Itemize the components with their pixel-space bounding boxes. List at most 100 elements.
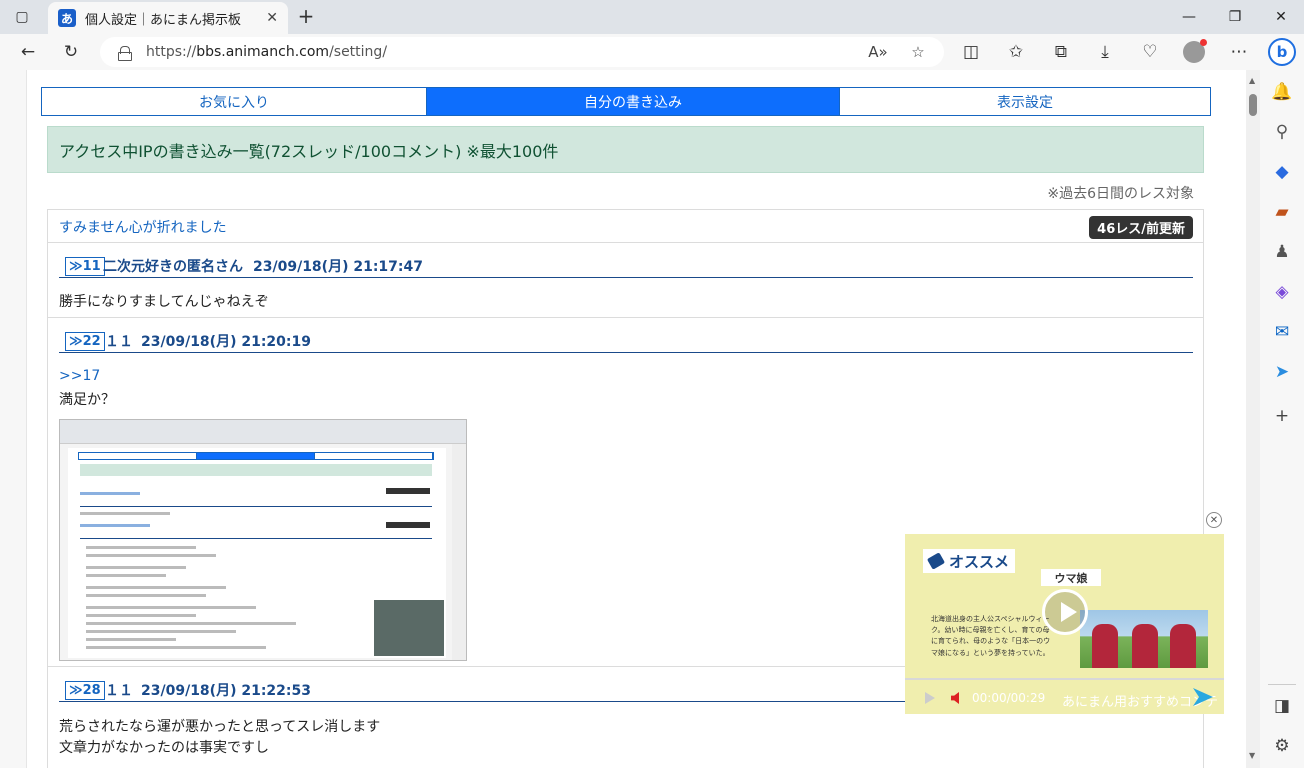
- res-number-link[interactable]: ≫11: [65, 257, 105, 276]
- browser-tab[interactable]: あ 個人設定｜あにまん掲示板 ✕: [48, 2, 288, 34]
- tab-favorites[interactable]: お気に入り: [42, 88, 427, 115]
- ad-image: [1080, 610, 1208, 668]
- favorites-icon[interactable]: ✩: [1002, 38, 1030, 66]
- thread-title-link[interactable]: すみません心が折れました: [59, 217, 227, 237]
- ad-figure: [1092, 624, 1118, 668]
- restore-icon[interactable]: ❐: [1212, 0, 1258, 34]
- vertical-scrollbar[interactable]: ▲ ▼: [1246, 70, 1260, 768]
- thumb-text-line: [86, 614, 196, 617]
- thumb-text-line: [86, 546, 196, 549]
- games-icon[interactable]: ♟: [1270, 240, 1294, 264]
- url-text: https://bbs.animanch.com/setting/: [146, 44, 388, 60]
- ad-controls: 00:00/00:29 あにまん用おすすめコンテ: [905, 678, 1224, 714]
- edge-sidebar: 🔔 ⚲ ◆ ▰ ♟ ◈ ✉ ➤ + ◨ ⚙: [1260, 70, 1304, 768]
- microsoft365-icon[interactable]: ◈: [1270, 280, 1294, 304]
- favorite-star-icon[interactable]: ☆: [906, 40, 930, 64]
- post-header: ≫11 二次元好きの匿名さん 23/09/18(月) 21:17:47: [59, 244, 1193, 278]
- outlook-icon[interactable]: ✉: [1270, 320, 1294, 344]
- scroll-thumb[interactable]: [1249, 94, 1257, 116]
- sidebar-divider: [1268, 684, 1296, 685]
- reply-anchor-link[interactable]: >>17: [59, 368, 100, 384]
- tab-title: 個人設定｜あにまん掲示板: [85, 12, 242, 28]
- thumb-text-line: [86, 630, 236, 633]
- scroll-up-icon[interactable]: ▲: [1249, 76, 1255, 85]
- post-date: 23/09/18(月) 21:17:47: [253, 259, 423, 275]
- back-icon[interactable]: ←: [14, 38, 42, 66]
- play-icon[interactable]: [925, 692, 935, 704]
- res-number-link[interactable]: ≫22: [65, 332, 105, 351]
- volume-icon[interactable]: [951, 692, 959, 704]
- post-author: １１: [105, 683, 133, 699]
- summary-alert: アクセス中IPの書き込み一覧(72スレッド/100コメント) ※最大100件: [47, 126, 1204, 173]
- downloads-icon[interactable]: ⤓: [1091, 38, 1119, 66]
- thumb-text-line: [86, 594, 206, 597]
- thumb-rule: [80, 506, 432, 507]
- window-close-icon[interactable]: ✕: [1258, 0, 1304, 34]
- res-number-link[interactable]: ≫28: [65, 681, 105, 700]
- site-favicon-icon: あ: [58, 9, 76, 27]
- read-aloud-icon[interactable]: A»: [866, 40, 890, 64]
- attached-screenshot-image[interactable]: [59, 419, 467, 661]
- thumb-badge: [386, 488, 430, 494]
- collections-icon[interactable]: ⧉: [1047, 38, 1075, 66]
- ad-close-icon[interactable]: ✕: [1206, 512, 1222, 528]
- split-screen-icon[interactable]: ◫: [957, 38, 985, 66]
- thumb-text-line: [86, 554, 216, 557]
- scroll-down-icon[interactable]: ▼: [1249, 751, 1255, 760]
- hide-sidebar-icon[interactable]: ◨: [1270, 694, 1294, 718]
- search-icon[interactable]: ⚲: [1270, 120, 1294, 144]
- tab-close-icon[interactable]: ✕: [266, 10, 278, 26]
- drop-send-icon[interactable]: ➤: [1270, 360, 1294, 384]
- ad-caption[interactable]: あにまん用おすすめコンテ: [1062, 691, 1218, 710]
- thumb-text-line: [80, 524, 150, 527]
- post-date: 23/09/18(月) 21:20:19: [141, 334, 311, 350]
- address-bar[interactable]: https://bbs.animanch.com/setting/ A» ☆: [100, 37, 944, 67]
- thumb-tabs: [78, 452, 434, 460]
- tab-display-settings[interactable]: 表示設定: [840, 88, 1210, 115]
- thumb-text-line: [80, 512, 170, 515]
- post-author: １１: [105, 334, 133, 350]
- ad-figure: [1132, 624, 1158, 668]
- ad-progress-bar[interactable]: [905, 678, 1224, 680]
- more-menu-icon[interactable]: ⋯: [1225, 38, 1253, 66]
- ad-description: 北海道出身の主人公スペシャルウィーク。幼い時に母親を亡くし、育ての母に育てられ、…: [931, 615, 1051, 657]
- title-bar: ▢ あ 個人設定｜あにまん掲示板 ✕ + — ❐ ✕: [0, 0, 1304, 34]
- browser-toolbar: ← ↻ https://bbs.animanch.com/setting/ A»…: [0, 34, 1304, 70]
- post-header: ≫22 １１ 23/09/18(月) 21:20:19: [59, 319, 1193, 353]
- thumb-sidebar: [452, 444, 466, 660]
- thumb-text-line: [80, 492, 140, 495]
- browser-essentials-icon[interactable]: ♡: [1136, 38, 1164, 66]
- thumb-browser-chrome: [60, 420, 466, 444]
- status-badge: 46レス/前更新: [1089, 216, 1193, 239]
- play-overlay-icon[interactable]: [1042, 589, 1088, 635]
- post-author: 二次元好きの匿名さん: [103, 259, 243, 275]
- thumb-badge: [386, 522, 430, 528]
- ad-time: 00:00/00:29: [972, 691, 1046, 705]
- thumb-rule: [80, 538, 432, 539]
- video-ad[interactable]: オススメ ウマ娘 北海道出身の主人公スペシャルウィーク。幼い時に母親を亡くし、育…: [905, 534, 1224, 714]
- tools-icon[interactable]: ▰: [1270, 200, 1294, 224]
- post-body: 文章力がなかったのは事実ですし: [59, 740, 269, 756]
- thumb-text-line: [86, 622, 296, 625]
- bing-copilot-icon[interactable]: b: [1268, 38, 1296, 66]
- shopping-tag-icon[interactable]: ◆: [1270, 160, 1294, 184]
- tab-actions-icon[interactable]: ▢: [10, 6, 34, 28]
- post-body: 満足か？: [59, 392, 115, 408]
- settings-gear-icon[interactable]: ⚙: [1270, 734, 1294, 758]
- range-note: ※過去6日間のレス対象: [1047, 186, 1194, 202]
- post-body: 勝手になりすましてんじゃねえぞ: [59, 294, 269, 310]
- minimize-icon[interactable]: —: [1166, 0, 1212, 34]
- ad-label: オススメ: [923, 549, 1016, 573]
- tab-my-posts[interactable]: 自分の書き込み: [427, 88, 840, 115]
- add-sidebar-app-icon[interactable]: +: [1270, 404, 1294, 428]
- refresh-icon[interactable]: ↻: [57, 38, 85, 66]
- thumb-text-line: [86, 566, 186, 569]
- profile-icon[interactable]: [1180, 38, 1208, 66]
- thumb-text-line: [86, 574, 166, 577]
- thread-header: すみません心が折れました 46レス/前更新: [48, 210, 1203, 243]
- notification-bell-icon[interactable]: 🔔: [1270, 80, 1294, 104]
- avatar: [1183, 39, 1207, 63]
- thumb-alert: [80, 464, 432, 476]
- new-tab-icon[interactable]: +: [294, 4, 318, 28]
- post-date: 23/09/18(月) 21:22:53: [141, 683, 311, 699]
